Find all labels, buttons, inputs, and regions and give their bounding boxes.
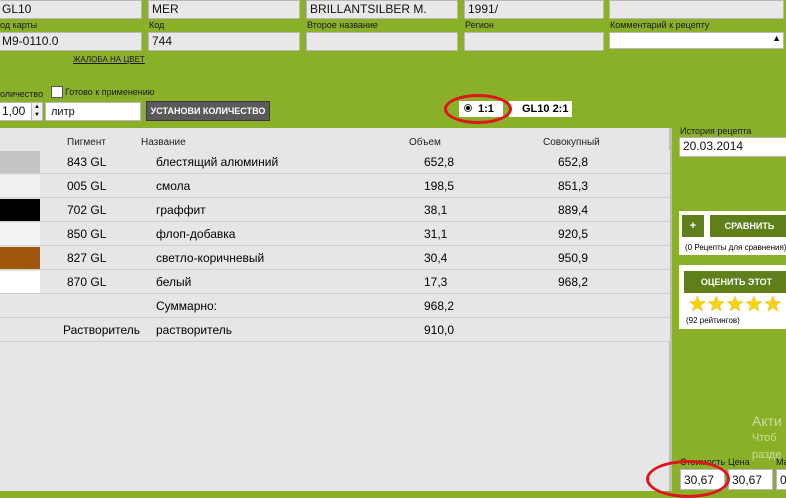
add-compare-button[interactable]: + <box>682 215 704 237</box>
solvent-name: растворитель <box>156 317 424 342</box>
pigment-swatch <box>0 246 40 269</box>
pigment-name: светло-коричневый <box>156 245 424 270</box>
unit-select-value: литр <box>51 106 75 118</box>
pigment-cumulative: 968,2 <box>558 269 670 294</box>
color-complaint-link[interactable]: ЖАЛОБА НА ЦВЕТ <box>73 55 145 64</box>
ready-label: Готово к применению <box>65 87 155 97</box>
star-icon[interactable]: ★ <box>707 293 726 316</box>
pigment-swatch <box>0 150 40 173</box>
pigment-name: флоп-добавка <box>156 221 424 246</box>
pigment-swatch <box>0 222 40 245</box>
pigment-cumulative: 950,9 <box>558 245 670 270</box>
pigment-cumulative: 652,8 <box>558 150 670 174</box>
color-name-field[interactable]: BRILLANTSILBER M. <box>306 0 458 19</box>
comment-label: Комментарий к рецепту <box>610 20 710 30</box>
price-label: Цена <box>728 457 750 467</box>
col-header-volume[interactable]: Объем <box>409 137 441 148</box>
table-row[interactable]: 850 GL флоп-добавка 31,1 920,5 <box>0 221 670 246</box>
history-date: 20.03.2014 <box>683 139 744 153</box>
card-code-field[interactable]: M9-0110.0 <box>0 32 142 51</box>
solvent-row[interactable]: Растворитель растворитель 910,0 <box>0 317 670 342</box>
pigment-swatch <box>0 174 40 197</box>
pigment-name: белый <box>156 269 424 294</box>
compare-box: + СРАВНИТЬ (0 Рецепты для сравнения) <box>679 211 786 255</box>
extra-field-top[interactable] <box>609 0 784 19</box>
pigment-swatch <box>0 270 40 293</box>
solvent-pigment: Растворитель <box>40 317 156 342</box>
pigment-cumulative: 851,3 <box>558 173 670 198</box>
star-icon[interactable]: ★ <box>763 293 782 316</box>
pigment-code: 827 GL <box>40 245 156 270</box>
table-row[interactable]: 870 GL белый 17,3 968,2 <box>0 269 670 294</box>
code-field[interactable]: 744 <box>148 32 300 51</box>
table-row[interactable]: 005 GL смола 198,5 851,3 <box>0 173 670 198</box>
manufacturer-field[interactable]: MER <box>148 0 300 19</box>
pigment-code: 870 GL <box>40 269 156 294</box>
total-row: Суммарно: 968,2 <box>0 293 670 318</box>
pigment-code: 005 GL <box>40 173 156 198</box>
rating-box: ОЦЕНИТЬ ЭТОТ РЕЦЕПТ ★★★★★ (92 рейтингов) <box>679 265 786 329</box>
star-icon[interactable]: ★ <box>744 293 763 316</box>
pigment-name: блестящий алюминий <box>156 150 424 174</box>
comment-scroll-arrow-icon[interactable]: ▲ <box>772 33 781 47</box>
stepper-down-icon[interactable]: ▼ <box>32 111 42 119</box>
pigment-name: смола <box>156 173 424 198</box>
region-label: Регион <box>465 20 494 30</box>
compare-note: (0 Рецепты для сравнения) <box>685 243 786 252</box>
pigment-volume: 30,4 <box>424 245 558 270</box>
quantity-label: оличество <box>0 89 44 99</box>
code-label: Код <box>149 20 165 30</box>
recipe-table: 843 GL блестящий алюминий 652,8 652,8 005 GL… <box>0 150 670 342</box>
history-select[interactable]: 20.03.2014 <box>679 137 786 157</box>
pigment-cumulative: 920,5 <box>558 221 670 246</box>
compare-button[interactable]: СРАВНИТЬ <box>710 215 786 237</box>
quantity-stepper[interactable]: ▲ ▼ <box>31 102 43 121</box>
region-field[interactable] <box>464 32 604 51</box>
table-row[interactable]: 843 GL блестящий алюминий 652,8 652,8 <box>0 150 670 174</box>
pigment-swatch <box>0 198 40 221</box>
table-row[interactable]: 702 GL граффит 38,1 889,4 <box>0 197 670 222</box>
price-field[interactable]: 30,67 <box>728 469 773 490</box>
rate-recipe-button[interactable]: ОЦЕНИТЬ ЭТОТ РЕЦЕПТ <box>684 271 786 309</box>
total-value: 968,2 <box>424 293 558 318</box>
ready-checkbox[interactable] <box>51 86 63 98</box>
unit-select[interactable]: литр <box>45 102 141 121</box>
total-label: Суммарно: <box>156 293 424 318</box>
pigment-code: 702 GL <box>40 197 156 222</box>
pigment-volume: 17,3 <box>424 269 558 294</box>
pigment-cumulative: 889,4 <box>558 197 670 222</box>
year-field[interactable]: 1991/ <box>464 0 604 19</box>
third-label: Ма <box>776 457 786 467</box>
table-row[interactable]: 827 GL светло-коричневый 30,4 950,9 <box>0 245 670 270</box>
col-header-pigment[interactable]: Пигмент <box>67 137 106 148</box>
rating-count: (92 рейтингов) <box>686 316 740 325</box>
pigment-volume: 198,5 <box>424 173 558 198</box>
solvent-value: 910,0 <box>424 317 558 342</box>
ratio-option-2[interactable]: GL10 2:1 <box>509 101 572 117</box>
second-name-label: Второе название <box>307 20 378 30</box>
comment-field[interactable]: ▲ <box>609 32 784 49</box>
pigment-volume: 31,1 <box>424 221 558 246</box>
highlight-oval-ratio <box>444 94 512 124</box>
second-name-field[interactable] <box>306 32 458 51</box>
pigment-code: 843 GL <box>40 150 156 174</box>
pigment-volume: 38,1 <box>424 197 558 222</box>
pigment-volume: 652,8 <box>424 150 558 174</box>
col-header-name[interactable]: Название <box>141 137 186 148</box>
brand-field[interactable]: GL10 <box>0 0 142 19</box>
star-icon[interactable]: ★ <box>726 293 745 316</box>
pigment-code: 850 GL <box>40 221 156 246</box>
card-code-label: од карты <box>0 20 38 30</box>
quantity-input[interactable]: 1,00 <box>0 102 32 121</box>
star-icon[interactable]: ★ <box>688 293 707 316</box>
third-field[interactable]: 0 <box>776 469 786 490</box>
stepper-up-icon[interactable]: ▲ <box>32 103 42 111</box>
history-label: История рецепта <box>680 126 752 136</box>
col-header-cumulative[interactable]: Совокупный <box>543 137 600 148</box>
highlight-oval-cost <box>646 460 730 498</box>
ratio-option-2-label: GL10 2:1 <box>522 103 569 115</box>
pigment-name: граффит <box>156 197 424 222</box>
set-quantity-button[interactable]: УСТАНОВИ КОЛИЧЕСТВО <box>146 101 270 121</box>
rating-stars[interactable]: ★★★★★ <box>688 293 782 316</box>
